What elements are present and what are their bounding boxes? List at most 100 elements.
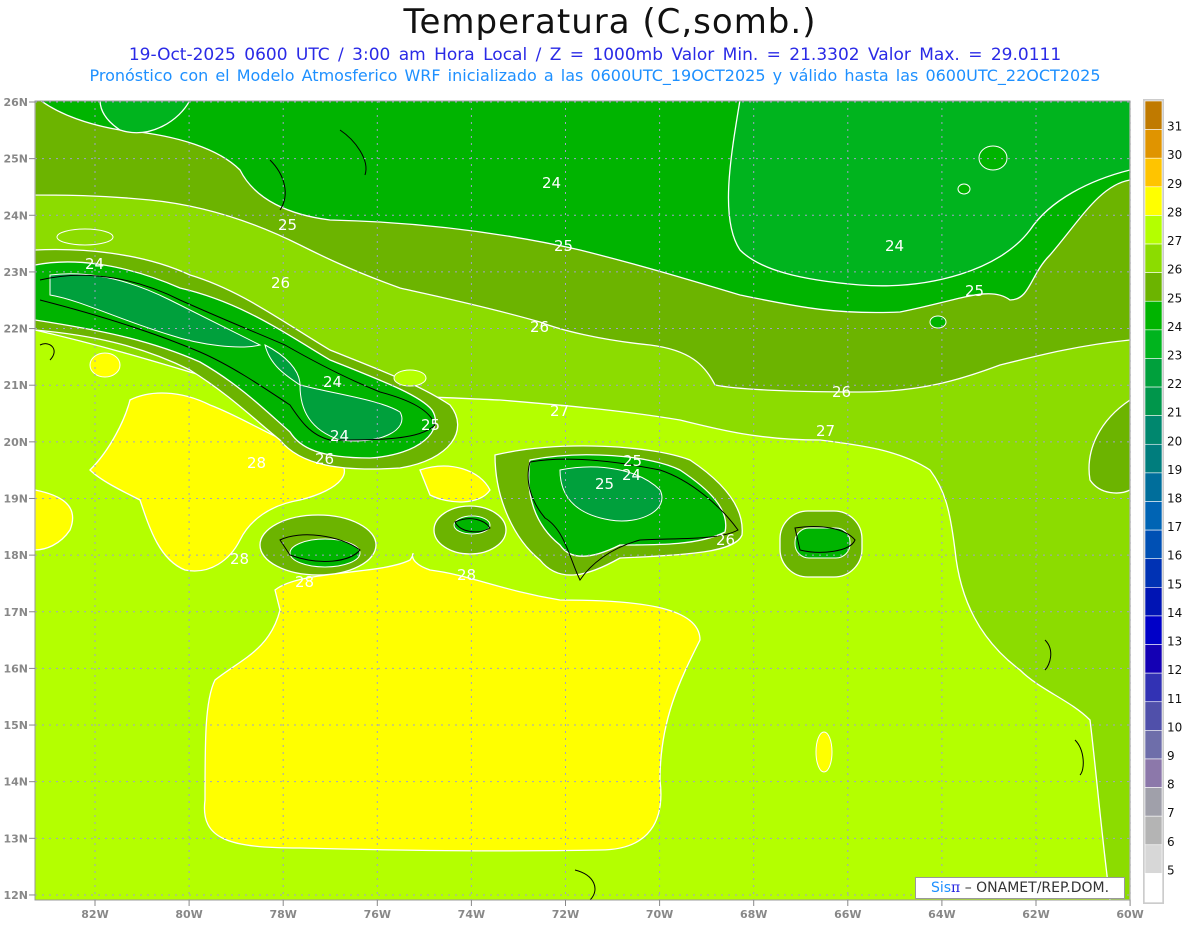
colorbar-label: 16 (1167, 549, 1182, 563)
colorbar-swatch (1144, 672, 1163, 703)
colorbar-swatch (1144, 730, 1163, 760)
lon-label: 64W (928, 908, 955, 921)
contour-blob (929, 315, 947, 329)
contour-label: 24 (885, 237, 904, 255)
lon-label: 74W (458, 908, 485, 921)
puerto-rico-green (794, 527, 851, 559)
colorbar-label: 23 (1167, 348, 1182, 362)
colorbar-label: 7 (1167, 806, 1175, 820)
lat-label: 18N (3, 549, 28, 562)
contour-label: 25 (278, 216, 297, 234)
band-26-27-blob (56, 228, 114, 246)
lat-label: 21N (3, 379, 28, 392)
lat-label: 19N (3, 492, 28, 505)
colorbar-swatch (1144, 472, 1163, 502)
contour-label: 28 (247, 454, 266, 472)
colorbar-label: 8 (1167, 778, 1175, 792)
lat-label: 12N (3, 889, 28, 902)
lon-label: 80W (175, 908, 202, 921)
colorbar: 31 30 29 28 27 26 25 24 23 22 21 20 19 18 17 16 15 14 13 12… (1143, 99, 1182, 904)
lat-label: 13N (3, 832, 28, 845)
colorbar-label: 25 (1167, 291, 1182, 305)
lon-label: 82W (81, 908, 108, 921)
colorbar-label: 14 (1167, 606, 1182, 620)
lon-label: 70W (646, 908, 673, 921)
lon-label: 78W (269, 908, 296, 921)
band-28-29-blob (89, 352, 121, 378)
colorbar-swatch (1144, 157, 1163, 188)
contour-label: 28 (457, 566, 476, 584)
lat-label: 15N (3, 719, 28, 732)
colorbar-label: 10 (1167, 720, 1182, 734)
contour-label: 28 (230, 550, 249, 568)
lat-label: 26N (3, 96, 28, 109)
colorbar-label: 29 (1167, 177, 1182, 191)
contour-label: 26 (315, 450, 334, 468)
lat-label: 14N (3, 776, 28, 789)
contour-label: 26 (271, 274, 290, 292)
colorbar-swatch (1144, 844, 1163, 874)
contour-label: 26 (530, 318, 549, 336)
colorbar-label: 24 (1167, 320, 1182, 334)
credit-pi-logo: π (951, 880, 961, 896)
lat-label: 16N (3, 662, 28, 675)
colorbar-label: 17 (1167, 520, 1182, 534)
contour-label: 25 (965, 282, 984, 300)
contour-label: 24 (330, 427, 349, 445)
colorbar-label: 9 (1167, 749, 1175, 763)
colorbar-label: 6 (1167, 835, 1175, 849)
colorbar-swatch (1144, 386, 1163, 416)
colorbar-swatch (1144, 815, 1163, 846)
lat-label: 24N (3, 209, 28, 222)
colorbar-swatch (1144, 100, 1163, 130)
colorbar-swatch (1144, 300, 1163, 331)
lat-label: 23N (3, 266, 28, 279)
colorbar-swatch (1144, 587, 1163, 617)
lat-label: 22N (3, 323, 28, 336)
contour-label: 25 (554, 237, 573, 255)
contour-label: 24 (622, 466, 641, 484)
colorbar-label: 11 (1167, 692, 1182, 706)
contour-label: 24 (323, 373, 342, 391)
colorbar-label: 19 (1167, 463, 1182, 477)
colorbar-swatch (1144, 701, 1163, 731)
colorbar-swatch (1144, 272, 1163, 302)
colorbar-swatch (1144, 243, 1163, 273)
temperature-map: 82W 80W 78W 76W 74W 72W 70W 68W 66W 64W 62W 60W 26N 2… (3, 96, 1182, 921)
contour-label: 27 (550, 402, 569, 420)
lat-label: 20N (3, 436, 28, 449)
lon-label: 76W (364, 908, 391, 921)
lon-label: 60W (1116, 908, 1143, 921)
colorbar-swatch (1144, 501, 1163, 531)
lon-label: 66W (834, 908, 861, 921)
colorbar-swatch (1144, 129, 1163, 159)
contour-label: 27 (816, 422, 835, 440)
colorbar-swatch (1144, 358, 1163, 388)
colorbar-swatch (1144, 787, 1163, 817)
contour-blob (978, 145, 1008, 171)
contour-label: 28 (295, 573, 314, 591)
colorbar-label: 31 (1167, 120, 1182, 134)
colorbar-label: 18 (1167, 492, 1182, 506)
colorbar-swatch (1144, 415, 1163, 445)
contour-blob (957, 183, 971, 195)
credit-org: – ONAMET/REP.DOM. (960, 880, 1110, 896)
colorbar-label: 5 (1167, 863, 1175, 877)
map-title: Temperatura (C,somb.) (403, 2, 817, 42)
colorbar-label: 28 (1167, 205, 1182, 219)
contour-blob (393, 369, 427, 387)
contour-label: 25 (595, 475, 614, 493)
colorbar-label: 15 (1167, 577, 1182, 591)
map-subtitle-valid-time: 19-Oct-2025 0600 UTC / 3:00 am Hora Loca… (128, 45, 1062, 65)
contour-label: 26 (832, 383, 851, 401)
lon-label: 72W (552, 908, 579, 921)
contour-label: 24 (542, 174, 561, 192)
colorbar-label: 27 (1167, 234, 1182, 248)
colorbar-swatch (1144, 758, 1163, 788)
contour-label: 24 (85, 255, 104, 273)
colorbar-swatch (1144, 644, 1163, 674)
lat-label: 25N (3, 153, 28, 166)
lon-label: 62W (1022, 908, 1049, 921)
colorbar-swatch (1144, 873, 1163, 903)
map-fill (35, 101, 1130, 900)
